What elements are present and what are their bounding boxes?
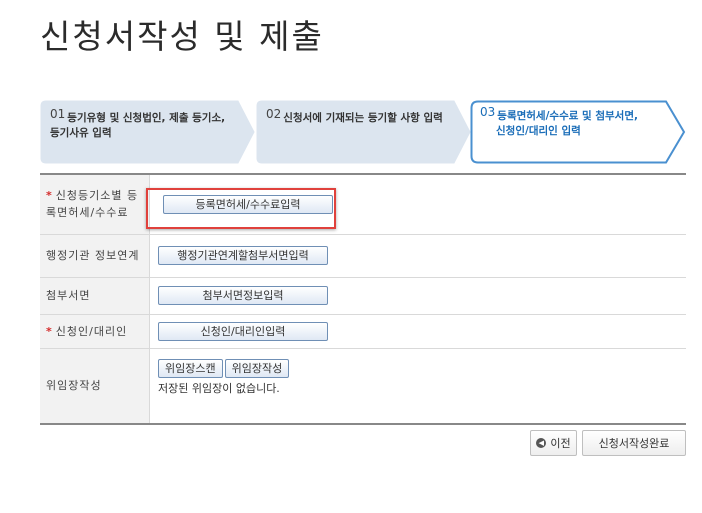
applicant-field-cell: 신청인/대리인입력 xyxy=(149,314,686,349)
step-3-active[interactable]: 03 등록면허세/수수료 및 첨부서면, 신청인/대리인 입력 xyxy=(470,100,688,164)
form-row-applicant: * 신청인/대리인 신청인/대리인입력 xyxy=(40,314,686,349)
poa-label: 위임장작성 xyxy=(46,379,102,393)
complete-application-button[interactable]: 신청서작성완료 xyxy=(582,430,686,456)
step-3-number: 03 xyxy=(480,105,496,119)
required-mark: * xyxy=(46,189,53,203)
progress-steps: 01 등기유형 및 신청법인, 제출 등기소, 등기사유 입력 02 신청서에 기재… xyxy=(40,100,690,164)
step-2-number: 02 xyxy=(266,107,282,121)
prev-button[interactable]: ◀ 이전 xyxy=(530,430,577,456)
form-row-fees: * 신청등기소별 등록면허세/수수료 등록면허세/수수료입력 xyxy=(40,174,686,235)
step-3-label-line2: 신청인/대리인 입력 xyxy=(496,125,581,137)
step-1-label-line2: 등기사유 입력 xyxy=(50,127,112,139)
step-3-text: 03 등록면허세/수수료 및 첨부서면, 신청인/대리인 입력 xyxy=(480,105,670,139)
poa-status-text: 저장된 위임장이 없습니다. xyxy=(158,381,280,395)
form-row-agency-link: 행정기관 정보연계 행정기관연계할첨부서면입력 xyxy=(40,234,686,278)
step-1[interactable]: 01 등기유형 및 신청법인, 제출 등기소, 등기사유 입력 xyxy=(40,100,256,164)
form-row-attachments: 첨부서면 첨부서면정보입력 xyxy=(40,277,686,315)
poa-write-button[interactable]: 위임장작성 xyxy=(224,358,290,378)
agency-link-input-button[interactable]: 행정기관연계할첨부서면입력 xyxy=(158,246,328,265)
step-2-text: 02 신청서에 기재되는 등기할 사항 입력 xyxy=(266,107,466,126)
arrow-left-icon: ◀ xyxy=(536,438,547,448)
applicant-label-cell: * 신청인/대리인 xyxy=(40,314,150,349)
step-2-label-line1: 신청서에 기재되는 등기할 사항 입력 xyxy=(283,112,443,124)
attachments-field-cell: 첨부서면정보입력 xyxy=(149,277,686,315)
attachments-label: 첨부서면 xyxy=(46,289,91,302)
agency-link-field-cell: 행정기관연계할첨부서면입력 xyxy=(149,234,686,278)
page-title: 신청서작성 및 제출 xyxy=(40,17,324,56)
application-form-table: * 신청등기소별 등록면허세/수수료 등록면허세/수수료입력 행정기관 정보연계 … xyxy=(40,173,686,425)
fees-label-cell: * 신청등기소별 등록면허세/수수료 xyxy=(40,174,150,235)
prev-button-label: 이전 xyxy=(550,437,571,450)
step-3-label-line1: 등록면허세/수수료 및 첨부서면, xyxy=(497,110,638,122)
poa-scan-button[interactable]: 위임장스캔 xyxy=(158,358,223,378)
step-1-text: 01 등기유형 및 신청법인, 제출 등기소, 등기사유 입력 xyxy=(50,107,250,141)
step-1-label-line1: 등기유형 및 신청법인, 제출 등기소, xyxy=(67,112,226,124)
agency-link-label-cell: 행정기관 정보연계 xyxy=(40,234,150,278)
step-1-number: 01 xyxy=(50,107,66,121)
step-2[interactable]: 02 신청서에 기재되는 등기할 사항 입력 xyxy=(256,100,472,164)
applicant-label: 신청인/대리인 xyxy=(55,324,128,338)
poa-label-cell: 위임장작성 xyxy=(40,348,150,424)
fees-label: 신청등기소별 등록면허세/수수료 xyxy=(46,189,139,220)
fees-input-button[interactable]: 등록면허세/수수료입력 xyxy=(163,194,333,214)
fees-field-cell: 등록면허세/수수료입력 xyxy=(149,174,686,235)
page: 신청서작성 및 제출 01 등기유형 및 신청법인, 제출 등기소, 등기사유 입… xyxy=(0,0,702,513)
applicant-input-button[interactable]: 신청인/대리인입력 xyxy=(158,321,328,341)
form-row-power-of-attorney: 위임장작성 위임장스캔 위임장작성 저장된 위임장이 없습니다. xyxy=(40,348,686,424)
required-mark: * xyxy=(46,324,53,338)
poa-field-cell: 위임장스캔 위임장작성 저장된 위임장이 없습니다. xyxy=(150,348,687,424)
agency-link-label: 행정기관 정보연계 xyxy=(46,249,140,262)
attachments-input-button[interactable]: 첨부서면정보입력 xyxy=(158,286,328,305)
attachments-label-cell: 첨부서면 xyxy=(40,277,150,315)
